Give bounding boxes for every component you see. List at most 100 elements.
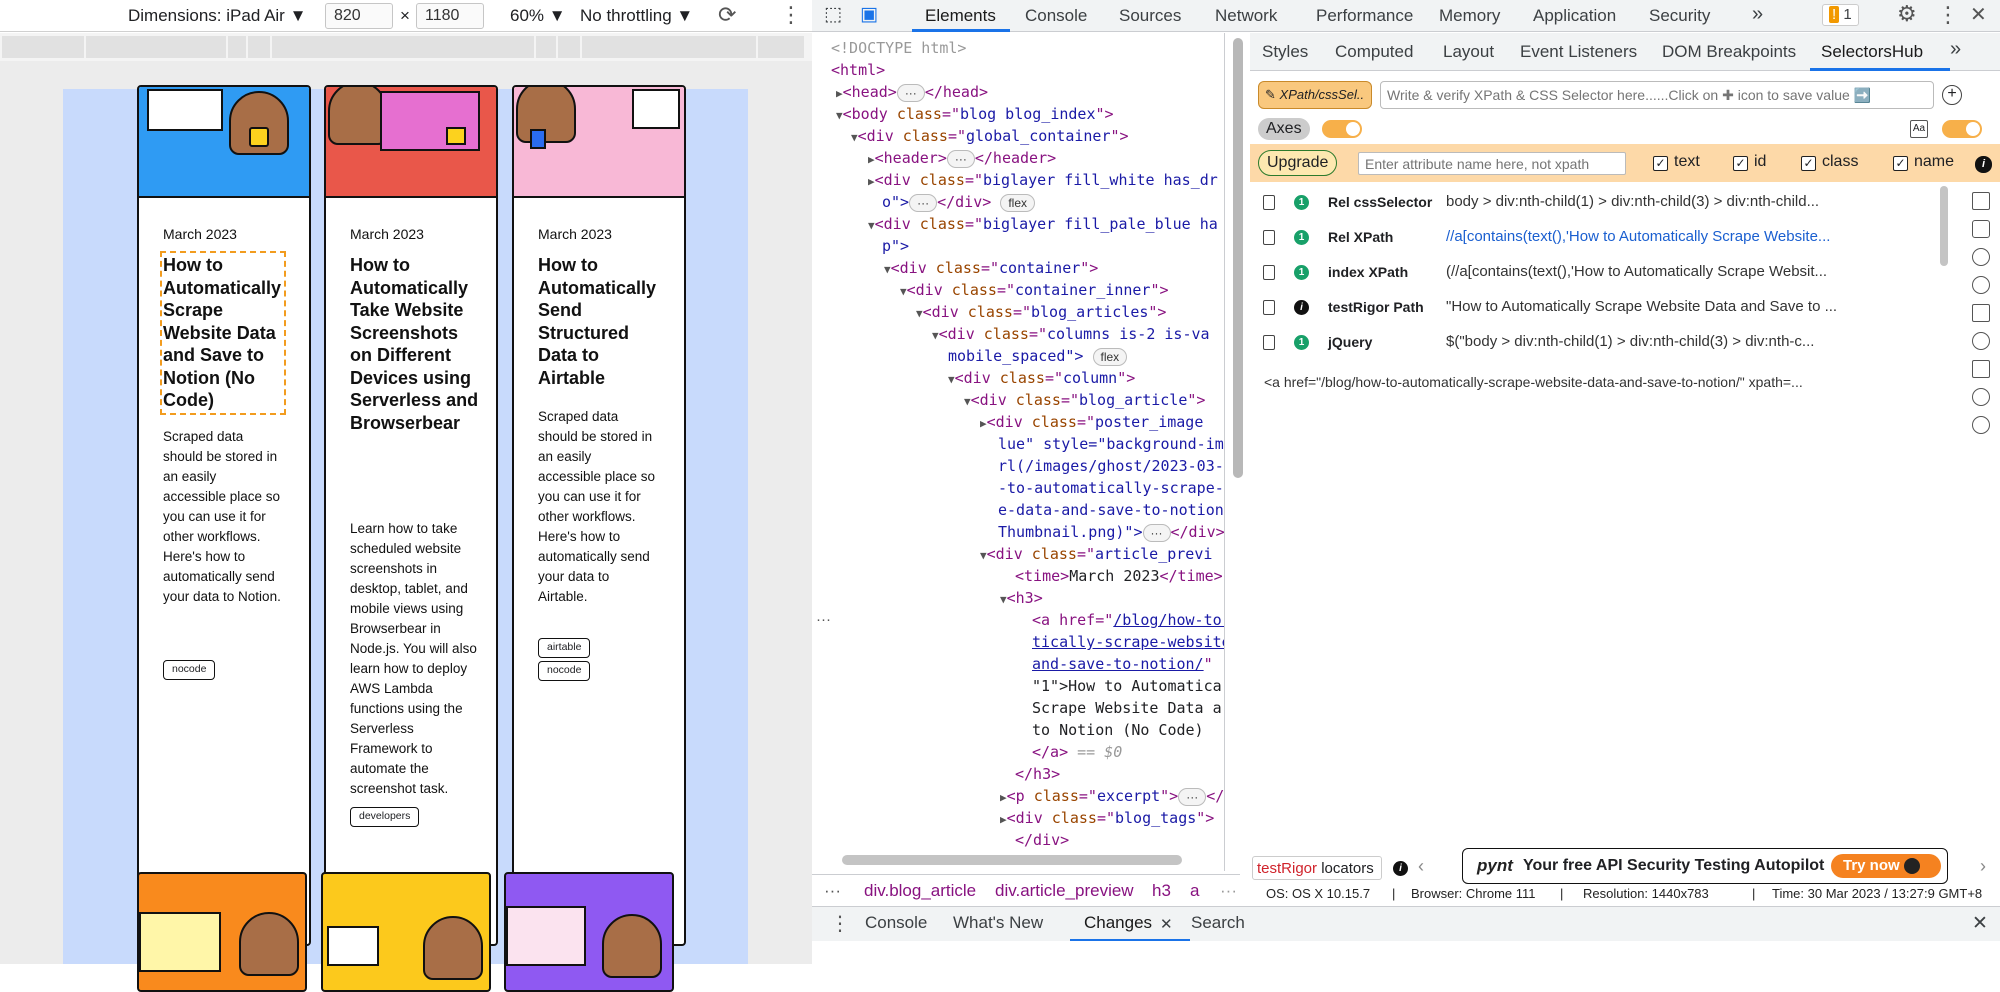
selector-input[interactable]	[1380, 81, 1934, 109]
more-tabs-icon[interactable]: »	[1950, 38, 1961, 61]
tab-sources[interactable]: Sources	[1119, 6, 1181, 26]
horizontal-scrollbar[interactable]	[842, 855, 1182, 865]
elements-dom-tree[interactable]: <!DOCTYPE html> <html> ▶<head> ··· </head>…	[812, 33, 1225, 871]
tab-console[interactable]: Console	[1025, 6, 1087, 26]
name-checkbox[interactable]: ✓	[1893, 156, 1908, 171]
dom-biglayer-blue-cont[interactable]: p">	[882, 235, 909, 257]
blog-card-1[interactable]: March 2023 How to Automatically Scrape W…	[137, 85, 311, 946]
breadcrumb-blog-article[interactable]: div.blog_article	[864, 881, 976, 901]
history-icon[interactable]	[1972, 416, 1990, 434]
dom-a-text-2[interactable]: Scrape Website Data ar	[1032, 697, 1224, 719]
media-query-ruler[interactable]	[0, 33, 812, 61]
selector-mode-button[interactable]: ✎ XPath/cssSel..	[1258, 81, 1372, 109]
dom-a-close[interactable]: </a> == $0	[1032, 741, 1122, 763]
dom-header[interactable]: ▶<header> ··· </header>	[868, 147, 1056, 169]
dom-poster-image[interactable]: ▶<div class="poster_image	[980, 411, 1203, 433]
dom-biglayer-blue[interactable]: ▼<div class="biglayer fill_pale_blue ha	[868, 213, 1218, 235]
flex-badge[interactable]: flex	[1092, 348, 1128, 366]
cut-icon[interactable]	[1972, 304, 1990, 322]
dom-head[interactable]: ▶<head> ··· </head>	[836, 81, 988, 103]
dom-columns[interactable]: ▼<div class="columns is-2 is-va	[932, 323, 1210, 345]
dom-doctype[interactable]: <!DOCTYPE html>	[831, 37, 966, 59]
dom-biglayer-white[interactable]: ▶<div class="biglayer fill_white has_dr	[868, 169, 1218, 191]
attribute-name-input[interactable]	[1358, 152, 1626, 175]
add-selector-icon[interactable]: +	[1942, 85, 1962, 105]
blog-card-6[interactable]	[504, 872, 674, 992]
dom-style-attr-4[interactable]: e-data-and-save-to-notion	[998, 499, 1224, 521]
dom-blog-tags[interactable]: ▶<div class="blog_tags">	[1000, 807, 1214, 829]
breadcrumb-a[interactable]: a	[1190, 881, 1199, 901]
device-select[interactable]: Dimensions: iPad Air ▼	[128, 6, 306, 26]
more-vert-icon[interactable]: ⋮	[780, 2, 802, 28]
tab-event-listeners[interactable]: Event Listeners	[1520, 42, 1637, 62]
copy-icon[interactable]	[1263, 335, 1275, 350]
breadcrumb-article-preview[interactable]: div.article_preview	[995, 881, 1134, 901]
href-link[interactable]: and-save-to-notion/	[1032, 655, 1204, 673]
tab-selectorshub[interactable]: SelectorsHub	[1821, 42, 1923, 62]
tag-developers[interactable]: developers	[350, 807, 420, 827]
dom-a-text-3[interactable]: to Notion (No Code)	[1032, 719, 1204, 741]
font-size-icon[interactable]: Aa	[1910, 120, 1928, 138]
expand-icon[interactable]	[1972, 360, 1990, 378]
drawer-tab-changes[interactable]: Changes	[1084, 913, 1152, 933]
close-tab-icon[interactable]: ✕	[1160, 915, 1173, 933]
dom-href-3[interactable]: and-save-to-notion/" :	[1032, 653, 1224, 675]
height-input[interactable]: 1180	[416, 3, 484, 29]
quote-icon[interactable]	[1972, 332, 1990, 350]
info-icon[interactable]: i	[1975, 156, 1992, 173]
card-title-link[interactable]: How to Automatically Take Website Screen…	[350, 254, 482, 434]
zoom-select[interactable]: 60% ▼	[510, 6, 566, 26]
tag-airtable[interactable]: airtable	[538, 638, 591, 658]
dom-columns-cont[interactable]: mobile_spaced"> flex	[948, 345, 1128, 367]
upgrade-button[interactable]: Upgrade	[1258, 150, 1338, 176]
selector-value[interactable]: $("body > div:nth-child(1) > div:nth-chi…	[1446, 333, 1814, 350]
settings-gear-icon[interactable]: ⚙	[1897, 1, 1917, 27]
breadcrumb-more-icon[interactable]: ···	[824, 881, 841, 901]
id-checkbox[interactable]: ✓	[1733, 156, 1748, 171]
blog-card-2[interactable]: March 2023 How to Automatically Take Web…	[324, 85, 498, 946]
width-input[interactable]: 820	[325, 3, 393, 29]
smart-icon[interactable]	[1972, 248, 1990, 266]
settings-toggle[interactable]	[1942, 120, 1982, 138]
dom-div-close[interactable]: </div>	[1015, 829, 1069, 851]
copy-icon[interactable]	[1263, 195, 1275, 210]
dom-href-2[interactable]: tically-scrape-website	[1032, 631, 1224, 653]
copy-icon[interactable]	[1263, 300, 1275, 315]
copy-icon[interactable]	[1263, 230, 1275, 245]
drawer-tab-console[interactable]: Console	[865, 913, 927, 933]
more-tabs-icon[interactable]: »	[1752, 3, 1763, 26]
dom-column[interactable]: ▼<div class="column">	[948, 367, 1135, 389]
dom-style-attr-5[interactable]: Thumbnail.png)"> ··· </div>	[998, 521, 1224, 543]
card-title-link[interactable]: How to Automatically Send Structured Dat…	[538, 254, 668, 389]
drawer-tab-whats-new[interactable]: What's New	[953, 913, 1043, 933]
tab-performance[interactable]: Performance	[1316, 6, 1413, 26]
rotate-icon[interactable]: ⟳	[718, 2, 736, 28]
dom-h3[interactable]: ▼<h3>	[1000, 587, 1043, 609]
dom-global-container[interactable]: ▼<div class="global_container">	[851, 125, 1129, 147]
tab-memory[interactable]: Memory	[1439, 6, 1500, 26]
issues-badge[interactable]: ! 1	[1822, 4, 1859, 26]
shadow-dom-icon[interactable]	[1972, 276, 1990, 294]
breadcrumb-more-icon[interactable]: ···	[1220, 881, 1237, 901]
inspect-element-icon[interactable]: ⬚	[824, 3, 842, 26]
axes-toggle[interactable]	[1322, 120, 1362, 138]
close-devtools-icon[interactable]: ✕	[1970, 2, 1987, 27]
dom-style-attr-3[interactable]: -to-automatically-scrape-	[998, 477, 1224, 499]
dom-style-attr[interactable]: lue" style="background-im	[998, 433, 1224, 455]
next-ad-icon[interactable]: ›	[1980, 856, 1986, 877]
dom-blog-article[interactable]: ▼<div class="blog_article">	[964, 389, 1205, 411]
dom-html[interactable]: <html>	[831, 59, 885, 81]
dom-article-preview[interactable]: ▼<div class="article_previ	[980, 543, 1212, 565]
dom-excerpt[interactable]: ▶<p class="excerpt"> ··· </	[1000, 785, 1224, 807]
axes-button[interactable]: Axes	[1258, 118, 1310, 140]
ellipsis-pill[interactable]: ···	[896, 84, 925, 102]
dom-a-text-1[interactable]: "1">How to Automatica	[1032, 675, 1222, 697]
tab-network[interactable]: Network	[1215, 6, 1277, 26]
tab-security[interactable]: Security	[1649, 6, 1710, 26]
dom-blog-articles[interactable]: ▼<div class="blog_articles">	[916, 301, 1166, 323]
dom-time[interactable]: <time>March 2023</time>	[1015, 565, 1223, 587]
selector-value[interactable]: (//a[contains(text(),'How to Automatical…	[1446, 263, 1827, 280]
throttle-select[interactable]: No throttling ▼	[580, 6, 693, 26]
elements-vertical-scrollbar[interactable]	[1233, 38, 1243, 478]
tag-nocode[interactable]: nocode	[538, 661, 591, 681]
